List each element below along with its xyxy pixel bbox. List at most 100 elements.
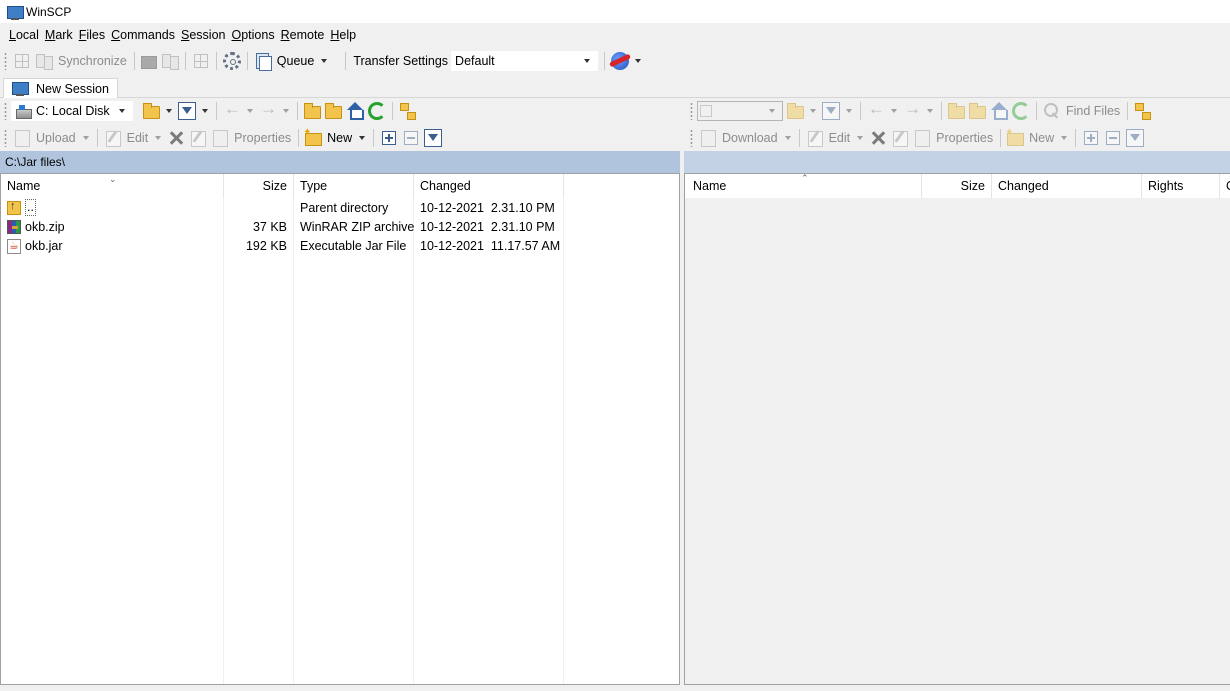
download-icon[interactable]: [699, 129, 717, 147]
column-header-changed[interactable]: Changed: [414, 174, 564, 198]
file-row-okb-jar[interactable]: okb.jar 192 KB Executable Jar File 10-12…: [1, 237, 679, 256]
new-button[interactable]: New: [327, 131, 352, 145]
upload-caret[interactable]: [82, 136, 89, 140]
remote-back-arrow-icon[interactable]: [867, 99, 885, 120]
remote-filter-caret[interactable]: [846, 109, 852, 113]
remote-column-header-size[interactable]: Size: [922, 174, 992, 198]
console-icon[interactable]: [140, 56, 157, 69]
parent-directory-icon[interactable]: [304, 103, 321, 119]
menu-remote[interactable]: Remote: [278, 28, 328, 42]
synchronize-button[interactable]: Synchronize: [58, 54, 127, 68]
remote-new-caret[interactable]: [1061, 136, 1068, 140]
remote-file-list[interactable]: Name ⌃ Size Changed Rights O: [684, 173, 1230, 685]
remote-column-header-owner[interactable]: O: [1220, 174, 1230, 198]
file-row-okb-zip[interactable]: okb.zip 37 KB WinRAR ZIP archive 10-12-2…: [1, 218, 679, 237]
queue-button[interactable]: Queue: [277, 54, 315, 68]
remote-edit-button[interactable]: Edit: [829, 131, 851, 145]
back-arrow-icon[interactable]: [223, 99, 241, 120]
menu-mark[interactable]: Mark: [42, 28, 76, 42]
upload-button[interactable]: Upload: [36, 131, 76, 145]
remote-properties-icon[interactable]: [913, 129, 931, 147]
forward-caret[interactable]: [283, 109, 289, 113]
remote-path-select[interactable]: [697, 101, 783, 121]
filter-files-icon[interactable]: [424, 129, 443, 147]
download-button[interactable]: Download: [722, 131, 778, 145]
properties-button[interactable]: Properties: [234, 131, 291, 145]
reconnect-globe-icon[interactable]: [611, 52, 630, 70]
local-file-list[interactable]: Name ⌄ Size Type Changed .. Parent direc…: [0, 173, 680, 685]
find-files-button[interactable]: Find Files: [1066, 104, 1120, 118]
toolbar-grip[interactable]: [690, 102, 693, 120]
delete-icon[interactable]: [167, 129, 185, 147]
remote-forward-caret[interactable]: [927, 109, 933, 113]
remote-column-header-rights[interactable]: Rights: [1142, 174, 1220, 198]
queue-dropdown-caret[interactable]: [321, 59, 328, 63]
home-directory-icon[interactable]: [346, 102, 364, 120]
remote-edit-caret[interactable]: [857, 136, 864, 140]
remote-new-folder-icon[interactable]: [1005, 127, 1025, 146]
remote-home-directory-icon[interactable]: [990, 102, 1008, 120]
remote-filter-icon[interactable]: [822, 102, 840, 120]
directory-tree-icon[interactable]: [399, 102, 417, 120]
edit-caret[interactable]: [155, 136, 162, 140]
find-files-icon[interactable]: [193, 54, 208, 68]
remote-unselect-files-icon[interactable]: [1106, 131, 1121, 145]
remote-properties-button[interactable]: Properties: [936, 131, 993, 145]
new-caret[interactable]: [359, 136, 366, 140]
menu-session[interactable]: Session: [178, 28, 228, 42]
edit-button[interactable]: Edit: [127, 131, 149, 145]
rename-icon[interactable]: [189, 129, 207, 147]
menu-files[interactable]: Files: [76, 28, 108, 42]
toolbar-grip[interactable]: [4, 129, 7, 147]
remote-root-directory-icon[interactable]: [969, 103, 986, 119]
remote-forward-arrow-icon[interactable]: [903, 99, 921, 120]
transfer-settings-select[interactable]: Default: [451, 51, 599, 71]
remote-back-caret[interactable]: [891, 109, 897, 113]
menu-commands[interactable]: Commands: [108, 28, 178, 42]
properties-icon[interactable]: [211, 129, 229, 147]
remote-open-directory-caret[interactable]: [810, 109, 816, 113]
open-directory-icon[interactable]: [143, 103, 160, 119]
file-row-parent[interactable]: .. Parent directory 10-12-2021 2.31.10 P…: [1, 199, 679, 218]
upload-icon[interactable]: [13, 129, 31, 147]
remote-delete-icon[interactable]: [869, 129, 887, 147]
remote-select-files-icon[interactable]: [1084, 131, 1099, 145]
synchronize-icon[interactable]: [35, 52, 53, 70]
column-header-type[interactable]: Type: [294, 174, 414, 198]
edit-icon[interactable]: [104, 129, 122, 147]
preferences-gear-icon[interactable]: [222, 52, 241, 70]
remote-directory-tree-icon[interactable]: [1134, 102, 1152, 120]
filter-caret[interactable]: [202, 109, 208, 113]
remote-filter-files-icon[interactable]: [1126, 129, 1145, 147]
filter-icon[interactable]: [178, 102, 196, 120]
menu-local[interactable]: Local: [6, 28, 42, 42]
select-files-icon[interactable]: [382, 131, 397, 145]
unselect-files-icon[interactable]: [404, 131, 419, 145]
queue-icon[interactable]: [254, 52, 272, 71]
remote-edit-icon[interactable]: [806, 129, 824, 147]
forward-arrow-icon[interactable]: [259, 99, 277, 120]
open-directory-caret[interactable]: [166, 109, 172, 113]
remote-rename-icon[interactable]: [891, 129, 909, 147]
menu-options[interactable]: Options: [229, 28, 278, 42]
remote-refresh-icon[interactable]: [1012, 102, 1030, 120]
refresh-icon[interactable]: [368, 102, 386, 120]
column-header-size[interactable]: Size: [224, 174, 294, 198]
remote-parent-directory-icon[interactable]: [948, 103, 965, 119]
new-folder-icon[interactable]: [303, 127, 323, 146]
remote-open-directory-icon[interactable]: [787, 103, 804, 119]
remote-new-button[interactable]: New: [1029, 131, 1054, 145]
putty-icon[interactable]: [161, 52, 179, 70]
toolbar-grip[interactable]: [4, 102, 7, 120]
local-drive-select[interactable]: C: Local Disk: [11, 101, 133, 121]
toolbar-grip[interactable]: [4, 52, 7, 70]
tab-new-session[interactable]: New Session: [3, 78, 118, 98]
reconnect-dropdown-caret[interactable]: [635, 59, 642, 63]
find-files-search-icon[interactable]: [1043, 102, 1061, 120]
remote-column-header-changed[interactable]: Changed: [992, 174, 1142, 198]
root-directory-icon[interactable]: [325, 103, 342, 119]
toolbar-grip[interactable]: [690, 129, 693, 147]
back-caret[interactable]: [247, 109, 253, 113]
download-caret[interactable]: [784, 136, 791, 140]
compare-directories-icon[interactable]: [15, 54, 29, 68]
